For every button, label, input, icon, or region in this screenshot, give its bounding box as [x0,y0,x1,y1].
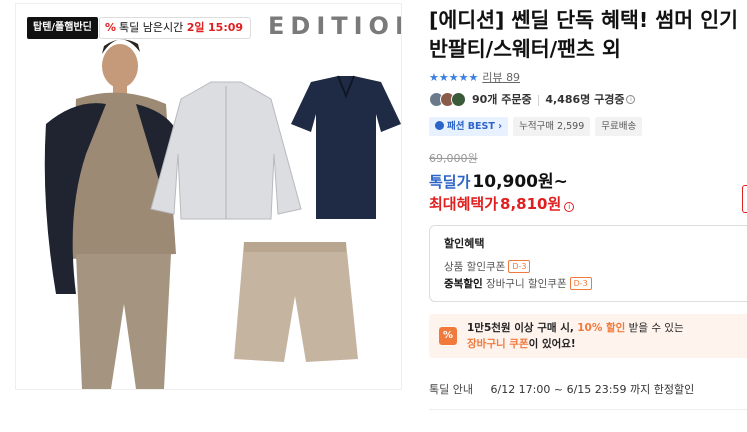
polo-item [291,75,401,219]
product-image[interactable]: 탑텐/폴햄반딘 %톡딜 남은시간 2일 15:09 EDITION [15,3,402,390]
divider: | [536,92,541,106]
cart-coupon-banner[interactable]: % 1만5천원 이상 구매 시, 10% 할인 받을 수 있는 장바구니 쿠폰이… [429,314,747,358]
review-link[interactable]: 리뷰 89 [482,69,520,85]
review-count: 89 [506,71,521,84]
tag-total-purchases: 누적구매 2,599 [513,117,591,136]
brand-badge: 탑텐/폴햄반딘 [27,17,98,39]
discount-row: 상품 할인쿠폰 D-3 [444,259,740,276]
max-benefit-row: 최대혜택가 8,810원 i [429,193,575,214]
discount-row: 중복할인 장바구니 할인쿠폰 D-3 [444,276,740,293]
product-illustration [44,39,401,389]
model-figure [44,39,181,389]
tag-row: 패션 BEST › 누적구매 2,599 무료배송 [429,117,643,136]
coupon-text: 1만5천원 이상 구매 시, 10% 할인 받을 수 있는 장바구니 쿠폰이 있… [467,322,684,350]
product-title: [에디션] 쎈딜 단독 혜택! 썸머 인기 반팔티/스웨터/팬츠 외 [429,8,738,61]
shirt-item [150,81,302,220]
deal-timer: % 톡딜 남은시간 2일 15:09 [99,17,252,39]
review-label: 리뷰 [482,71,503,84]
coupon-icon: % [439,327,457,345]
subscriber-count: 4,486명 구경중 [545,93,625,106]
discount-box: 할인혜택 상품 할인쿠폰 D-3 중복할인 장바구니 할인쿠폰 D-3 [429,225,747,302]
notice-label: 톡딜 안내 [429,383,473,396]
buyer-stats: 90개 주문중 | 4,486명 구경중 i [429,91,636,107]
tag-free-shipping: 무료배송 [595,117,643,136]
max-benefit-label: 최대혜택가 [429,195,499,213]
notice-text: 6/12 17:00 ~ 6/15 23:59 까지 한정할인 [490,383,695,396]
tag-fashion-best[interactable]: 패션 BEST › [429,117,509,136]
deal-price-row: 톡딜가 10,900원~ [429,167,568,192]
deal-notice: 톡딜 안내 6/12 17:00 ~ 6/15 23:59 까지 한정할인 [429,381,694,397]
timer-prefix: 톡딜 남은시간 [119,21,184,34]
deal-label: 톡딜가 [429,173,471,191]
shorts-item [234,242,358,362]
discount-heading: 할인혜택 [444,237,485,250]
avatar [451,91,466,107]
buyer-avatars [429,91,466,107]
info-icon[interactable]: i [626,94,636,104]
timer-time: 15:09 [208,21,244,34]
brand-logo: EDITION [268,12,401,40]
d-day-badge: D-3 [569,277,592,290]
percent-icon: % [105,21,117,34]
rating-row: ★★★★★ 리뷰 89 [429,69,520,85]
deal-price: 10,900원~ [472,172,568,192]
badge-icon [435,121,444,130]
coupon-download-button[interactable] [742,185,747,213]
max-benefit-price: 8,810원 [500,195,562,213]
timer-days: 2일 [186,21,205,34]
info-icon[interactable]: i [564,202,575,212]
original-price: 69,000원 [429,152,478,165]
d-day-badge: D-3 [508,260,531,273]
divider [429,409,747,410]
order-count: 90개 주문중 [472,93,532,106]
star-rating-icon: ★★★★★ [429,70,479,84]
